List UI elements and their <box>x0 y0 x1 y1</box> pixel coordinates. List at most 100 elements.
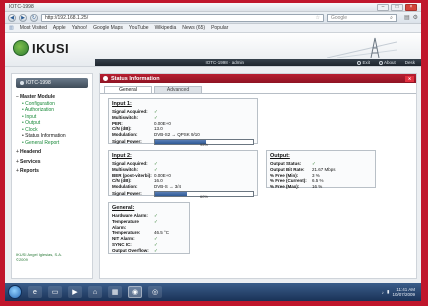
ikusi-logo-mark-icon <box>13 40 29 56</box>
tools-gear-icon[interactable]: ⚙ <box>413 14 418 21</box>
info-icon <box>378 60 383 65</box>
volume-icon[interactable]: ♪ <box>382 290 384 295</box>
status-key: Modulation: <box>112 132 138 138</box>
antenna-tower-icon <box>327 37 397 58</box>
sidebar-item-label: General Report <box>25 139 60 146</box>
search-icon[interactable]: ⌕ <box>390 15 393 21</box>
firefox-icon[interactable]: ◉ <box>128 286 142 298</box>
bookmark-item[interactable]: Apple <box>53 25 66 31</box>
sidebar-section[interactable]: +Headend <box>16 149 88 156</box>
bookmark-item[interactable]: News (65) <box>182 25 205 31</box>
status-key: Modulation: <box>112 184 138 190</box>
status-key: % Free (Max): <box>270 184 300 190</box>
status-key: Temperature Alarm: <box>112 218 139 230</box>
status-row: Modulation: DVB-S → 3/4 <box>112 184 254 190</box>
device-icon <box>20 81 24 85</box>
signal-power-bar: 95% <box>154 138 254 147</box>
signal-power-meter: Signal Power: 60% <box>112 190 254 199</box>
signal-power-label: Signal Power: <box>112 191 142 197</box>
sidebar-item-label: Headend <box>20 149 42 155</box>
status-key: Output Overflow: <box>112 247 149 253</box>
maximize-button[interactable]: □ <box>391 3 403 11</box>
window-title: IOTC-1998 <box>9 4 34 10</box>
sidebar: IOTC-1998 −Master Module • Configuration •… <box>11 73 93 279</box>
browser-titlebar: IOTC-1998 – □ × <box>5 3 421 12</box>
panel-title: Status Information <box>111 75 160 82</box>
sidebar-menu: −Master Module • Configuration • Authoriza… <box>12 94 92 175</box>
about-button[interactable]: About <box>378 60 396 65</box>
bookmark-item[interactable]: Yahoo! <box>72 25 87 31</box>
bookmark-item[interactable]: Google Maps <box>93 25 123 31</box>
network-tray-icon[interactable]: ▮ <box>387 289 389 295</box>
minimize-button[interactable]: – <box>377 3 389 11</box>
about-label: About <box>383 60 396 65</box>
status-row: Modulation: DVB-S2 → QPSK 9/10 <box>112 132 254 138</box>
app-icon[interactable]: ▦ <box>108 286 122 298</box>
bookmark-item[interactable]: Popular <box>211 25 228 31</box>
desk-label: Desk <box>404 60 415 65</box>
sidebar-item-label: Reports <box>20 168 39 174</box>
status-value: ✓ <box>154 247 158 253</box>
box-title: General: <box>112 205 135 211</box>
sidebar-section[interactable]: +Reports <box>16 168 88 175</box>
power-icon <box>357 60 362 65</box>
forward-icon[interactable]: ▶ <box>19 13 27 22</box>
start-button[interactable] <box>8 285 22 299</box>
desk-button[interactable]: Desk <box>405 60 415 65</box>
folder-icon[interactable]: ▭ <box>48 286 62 298</box>
signal-power-percent: 95% <box>199 141 208 147</box>
panel-header: Status Information ✕ <box>100 74 416 83</box>
close-button[interactable]: × <box>405 3 417 11</box>
search-input[interactable]: Google ⌕ <box>326 13 397 22</box>
input1-box: Input 1: Signal Acquired: ✓ Multiswitch: ✓ PE… <box>108 98 258 147</box>
sidebar-item-label: Output <box>25 120 41 126</box>
box-title: Output: <box>270 153 290 159</box>
exit-button[interactable]: Exit <box>357 60 370 65</box>
device-selector[interactable]: IOTC-1998 <box>16 78 88 88</box>
reload-icon[interactable]: ↻ <box>30 13 38 22</box>
bookmarks-bar: ▥ Most Visited Apple Yahoo! Google Maps … <box>5 24 421 33</box>
status-panel: Status Information ✕ General Advanced In… <box>99 73 417 279</box>
taskbar: e ▭ ▶ ⌂ ▦ ◉ ◎ ♪ ▮ 11:41 AM 10/07/2009 <box>5 283 421 301</box>
status-row: Output Overflow: ✓ <box>112 248 186 254</box>
status-row: Temperature Alarm: ✓ <box>112 219 186 231</box>
panel-close-icon[interactable]: ✕ <box>405 75 414 82</box>
signal-power-bar: 60% <box>154 190 254 199</box>
ie-icon[interactable]: e <box>28 286 42 298</box>
signal-power-percent: 60% <box>199 193 208 199</box>
tab-general[interactable]: General <box>104 86 152 93</box>
clock[interactable]: 11:41 AM 10/07/2009 <box>392 287 415 297</box>
clock-date: 10/07/2009 <box>392 292 415 297</box>
sidebar-section[interactable]: +Services <box>16 159 88 166</box>
monitor-screen: IOTC-1998 – □ × ◀ ▶ ↻ http://192.168.1.2… <box>5 3 421 301</box>
sidebar-item[interactable]: • General Report <box>16 140 88 147</box>
bookmarks-book-icon[interactable]: ▥ <box>9 25 14 31</box>
copyright-line: ©2009 <box>16 257 28 262</box>
bookmark-item[interactable]: Wikipedia <box>155 25 177 31</box>
signal-power-meter: Signal Power: 95% <box>112 138 254 147</box>
output-box: Output: Output Status: ✓ Output Bit Rate: 21… <box>266 150 376 190</box>
bookmark-item[interactable]: YouTube <box>129 25 149 31</box>
copyright-text: IKUSI Angel Iglesias, S.A. ©2009 <box>16 252 62 262</box>
status-value: ✓ <box>154 218 158 224</box>
back-icon[interactable]: ◀ <box>8 13 16 22</box>
search-placeholder: Google <box>330 14 348 21</box>
status-row: % Free (Max): 16 % <box>270 184 372 190</box>
sidebar-item-label: Input <box>25 113 37 120</box>
network-icon[interactable]: ⌂ <box>88 286 102 298</box>
panel-tabs: General Advanced <box>100 83 416 94</box>
chrome-icon[interactable]: ◎ <box>148 286 162 298</box>
media-icon[interactable]: ▶ <box>68 286 82 298</box>
bookmark-star-icon[interactable]: ☆ <box>315 15 319 21</box>
sidebar-item-label: Configuration <box>25 100 55 107</box>
status-value: DVB-S → 3/4 <box>154 184 182 190</box>
sidebar-item-label: Services <box>20 158 41 165</box>
bookmark-item[interactable]: Most Visited <box>20 25 47 31</box>
general-box: General: Hardware Alarm: ✓ Temperature Alar… <box>108 202 190 254</box>
address-bar[interactable]: http://192.168.1.25/ ☆ <box>41 13 324 22</box>
device-name: IOTC-1998 <box>26 80 51 86</box>
tab-advanced[interactable]: Advanced <box>154 86 202 93</box>
page-menu-icon[interactable]: ▤ <box>404 14 410 21</box>
status-icon <box>103 76 108 81</box>
device-user-label: IOTC-1998 · admin <box>205 60 244 65</box>
